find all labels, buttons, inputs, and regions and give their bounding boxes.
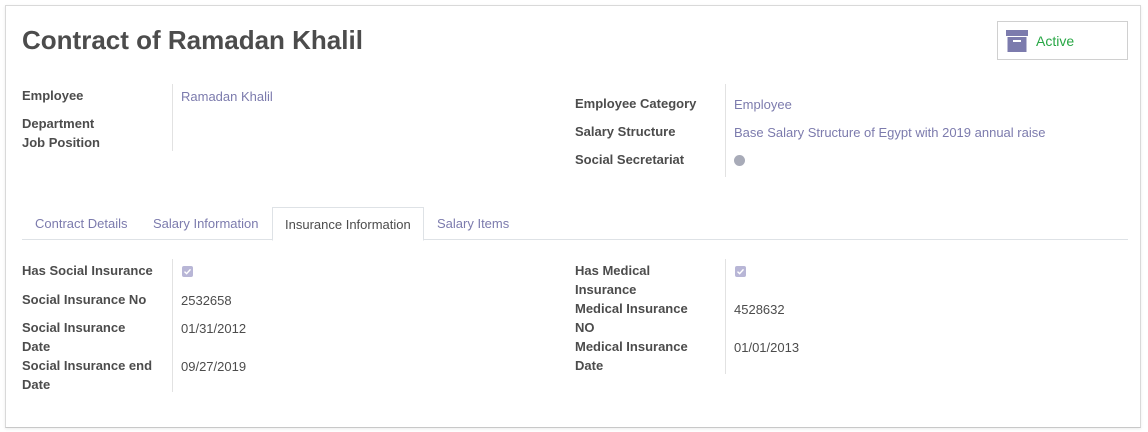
salary-structure-label: Salary Structure: [575, 124, 676, 139]
social-insurance-no-value[interactable]: 2532658: [181, 291, 232, 310]
social-secretariat-empty-dot[interactable]: [734, 155, 745, 166]
employee-label: Employee: [22, 88, 84, 103]
social-insurance-end-date-label: Social Insurance end Date: [22, 358, 153, 392]
has-medical-insurance-checkbox[interactable]: [735, 266, 746, 277]
social-insurance-no-label: Social Insurance No: [22, 292, 147, 307]
tab-contract-details[interactable]: Contract Details: [35, 207, 127, 240]
field-divider: [172, 84, 173, 151]
employee-category-label: Employee Category: [575, 96, 697, 111]
has-medical-insurance-label: Has Medical Insurance: [575, 263, 651, 297]
social-insurance-date-label: Social Insurance Date: [22, 320, 126, 354]
social-insurance-date-value[interactable]: 01/31/2012: [181, 319, 246, 338]
tab-salary-information[interactable]: Salary Information: [153, 207, 259, 240]
social-secretariat-label: Social Secretariat: [575, 152, 685, 167]
medical-insurance-date-value[interactable]: 01/01/2013: [734, 338, 799, 357]
checkmark-icon: [184, 268, 192, 275]
medical-insurance-no-value[interactable]: 4528632: [734, 300, 785, 319]
employee-category-link[interactable]: Employee: [734, 95, 792, 114]
medical-insurance-no-label: Medical Insurance NO: [575, 301, 688, 335]
checkmark-icon: [737, 268, 745, 275]
has-social-insurance-checkbox[interactable]: [182, 266, 193, 277]
status-label: Active: [1036, 32, 1075, 49]
social-insurance-end-date-value[interactable]: 09/27/2019: [181, 357, 246, 376]
archive-icon: [1006, 29, 1028, 52]
job-position-label: Job Position: [22, 135, 100, 150]
medical-insurance-date-label: Medical Insurance Date: [575, 339, 688, 373]
field-divider: [725, 259, 726, 374]
tab-insurance-information[interactable]: Insurance Information: [272, 207, 424, 241]
page-title: Contract of Ramadan Khalil: [22, 25, 363, 55]
has-social-insurance-label: Has Social Insurance: [22, 263, 153, 278]
field-divider: [172, 259, 173, 392]
field-divider: [725, 84, 726, 177]
employee-link[interactable]: Ramadan Khalil: [181, 87, 273, 106]
department-label: Department: [22, 116, 95, 131]
salary-structure-link[interactable]: Base Salary Structure of Egypt with 2019…: [734, 123, 1045, 142]
tab-salary-items[interactable]: Salary Items: [437, 207, 509, 240]
active-status-button[interactable]: Active: [997, 21, 1128, 60]
notebook-tabs: Contract Details Salary Information Insu…: [22, 207, 1128, 241]
